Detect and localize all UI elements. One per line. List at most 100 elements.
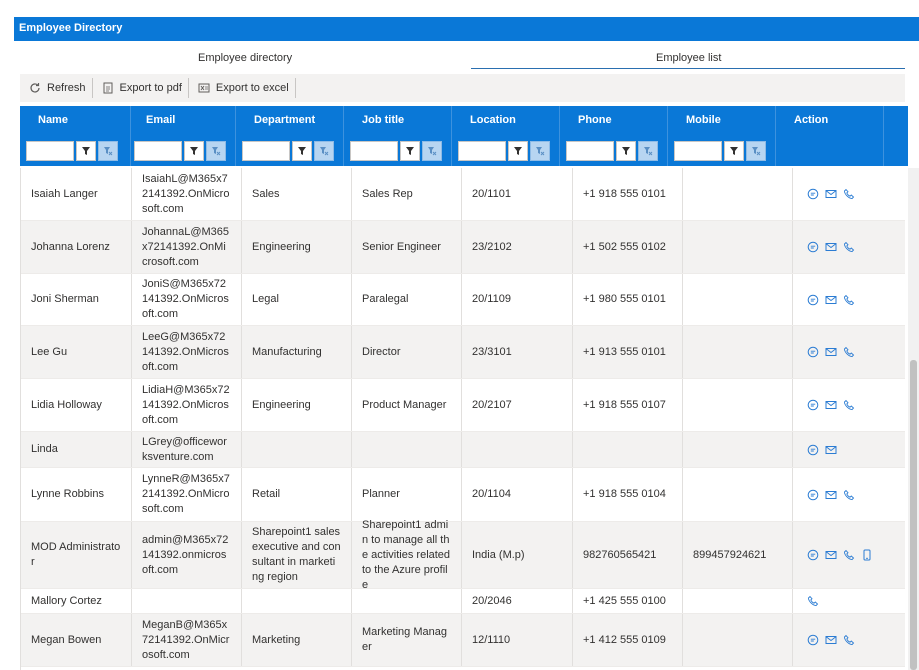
mail-icon[interactable]	[825, 444, 837, 456]
vertical-scrollbar[interactable]	[908, 168, 919, 670]
cell-name: MOD Administrator	[21, 522, 132, 588]
mail-icon[interactable]	[825, 346, 837, 358]
clear-filter-icon[interactable]	[530, 141, 550, 161]
cell-phone: +1 918 555 0101	[573, 168, 683, 220]
cell-job-title: Paralegal	[352, 274, 462, 325]
job-title-text: Sales Rep	[362, 187, 413, 200]
cell-location: 20/1109	[462, 274, 573, 325]
cell-phone: +1 913 555 0101	[573, 326, 683, 378]
table-row[interactable]: Isaiah Langer IsaiahL@M365x72141392.OnMic…	[21, 168, 905, 221]
export-excel-button[interactable]: Export to excel	[189, 78, 296, 98]
phone-filter-input[interactable]	[566, 141, 614, 161]
location-filter-input[interactable]	[458, 141, 506, 161]
chat-icon[interactable]	[807, 444, 819, 456]
clear-filter-icon[interactable]	[314, 141, 334, 161]
call-icon[interactable]	[843, 241, 855, 253]
job-title-text: Marketing Manager	[362, 626, 447, 653]
cell-email: LynneR@M365x72141392.OnMicrosoft.com	[132, 468, 242, 521]
table-row[interactable]: MOD Administrator admin@M365x72141392.onm…	[21, 519, 905, 591]
job-title-filter-input[interactable]	[350, 141, 398, 161]
export-pdf-button[interactable]: Export to pdf	[93, 78, 189, 98]
grid-header: Name Email Department Job title Location…	[20, 106, 908, 166]
filter-icon[interactable]	[616, 141, 636, 161]
filter-icon[interactable]	[724, 141, 744, 161]
mail-icon[interactable]	[825, 549, 837, 561]
cell-action	[793, 589, 905, 613]
chat-icon[interactable]	[807, 346, 819, 358]
name-text: Lidia Holloway	[31, 398, 102, 411]
mobile-filter-input[interactable]	[674, 141, 722, 161]
cell-job-title: Marketing Manager	[352, 614, 462, 666]
scrollbar-thumb[interactable]	[910, 360, 917, 670]
table-row[interactable]: Lidia Holloway LidiaH@M365x72141392.OnMic…	[21, 379, 905, 432]
cell-name: Lee Gu	[21, 326, 132, 378]
mail-icon[interactable]	[825, 634, 837, 646]
email-filter-input[interactable]	[134, 141, 182, 161]
table-row[interactable]: Joni Sherman JoniS@M365x72141392.OnMicros…	[21, 274, 905, 326]
cell-location: 20/1101	[462, 168, 573, 220]
tab-employee-list[interactable]: Employee list	[656, 52, 721, 64]
cell-action	[793, 468, 905, 521]
table-row[interactable]: Lee Gu LeeG@M365x72141392.OnMicrosoft.com…	[21, 326, 905, 379]
chat-icon[interactable]	[807, 294, 819, 306]
cell-department: Sharepoint1 sales executive and consulta…	[242, 522, 352, 588]
active-tab-indicator	[471, 68, 905, 69]
tab-employee-directory[interactable]: Employee directory	[198, 52, 292, 64]
table-row[interactable]: Johanna Lorenz JohannaL@M365x72141392.OnM…	[21, 221, 905, 274]
department-text: Manufacturing	[252, 345, 322, 358]
filter-icon[interactable]	[76, 141, 96, 161]
table-row[interactable]: Mallory Cortez 20/2046 +1 425 555 0100	[21, 589, 905, 614]
email-text: LeeG@M365x72141392.OnMicrosoft.com	[142, 330, 229, 373]
call-icon[interactable]	[807, 595, 819, 607]
clear-filter-icon[interactable]	[98, 141, 118, 161]
table-row[interactable]: Lynne Robbins LynneR@M365x72141392.OnMicr…	[21, 468, 905, 522]
mail-icon[interactable]	[825, 188, 837, 200]
chat-icon[interactable]	[807, 188, 819, 200]
call-icon[interactable]	[843, 634, 855, 646]
clear-filter-icon[interactable]	[746, 141, 766, 161]
clear-filter-icon[interactable]	[638, 141, 658, 161]
filter-icon[interactable]	[184, 141, 204, 161]
department-filter-input[interactable]	[242, 141, 290, 161]
call-icon[interactable]	[843, 549, 855, 561]
cell-phone: +1 980 555 0101	[573, 274, 683, 325]
department-text: Sharepoint1 sales executive and consulta…	[252, 526, 341, 583]
call-icon[interactable]	[843, 399, 855, 411]
chat-icon[interactable]	[807, 241, 819, 253]
phone-text: +1 425 555 0100	[583, 594, 666, 607]
name-filter-input[interactable]	[26, 141, 74, 161]
table-row[interactable]: Linda LGrey@officeworksventure.com	[21, 432, 905, 468]
mobile-icon[interactable]	[861, 549, 873, 561]
chat-icon[interactable]	[807, 634, 819, 646]
chat-icon[interactable]	[807, 489, 819, 501]
cell-location: 23/2102	[462, 221, 573, 273]
chat-icon[interactable]	[807, 549, 819, 561]
mail-icon[interactable]	[825, 241, 837, 253]
call-icon[interactable]	[843, 188, 855, 200]
call-icon[interactable]	[843, 346, 855, 358]
cell-phone: +1 412 555 0109	[573, 614, 683, 666]
name-text: Lynne Robbins	[31, 488, 104, 500]
mail-icon[interactable]	[825, 294, 837, 306]
cell-mobile	[683, 468, 793, 521]
filter-icon[interactable]	[292, 141, 312, 161]
grid-toolbar: Refresh Export to pdf Export to excel	[20, 74, 905, 102]
call-icon[interactable]	[843, 489, 855, 501]
table-row[interactable]: Megan Bowen MeganB@M365x72141392.OnMicros…	[21, 614, 905, 667]
mail-icon[interactable]	[825, 489, 837, 501]
phone-text: +1 918 555 0101	[583, 187, 666, 200]
filter-icon[interactable]	[400, 141, 420, 161]
chat-icon[interactable]	[807, 399, 819, 411]
location-text: 20/1101	[472, 187, 511, 200]
filter-icon[interactable]	[508, 141, 528, 161]
email-text: admin@M365x72141392.onmicrosoft.com	[142, 533, 229, 576]
call-icon[interactable]	[843, 294, 855, 306]
clear-filter-icon[interactable]	[206, 141, 226, 161]
cell-action	[793, 614, 905, 666]
job-title-text: Sharepoint1 admin to manage all the acti…	[362, 518, 451, 591]
clear-filter-icon[interactable]	[422, 141, 442, 161]
refresh-button[interactable]: Refresh	[20, 78, 93, 98]
mail-icon[interactable]	[825, 399, 837, 411]
phone-text: +1 918 555 0104	[583, 488, 666, 500]
cell-email: LeeG@M365x72141392.OnMicrosoft.com	[132, 326, 242, 378]
